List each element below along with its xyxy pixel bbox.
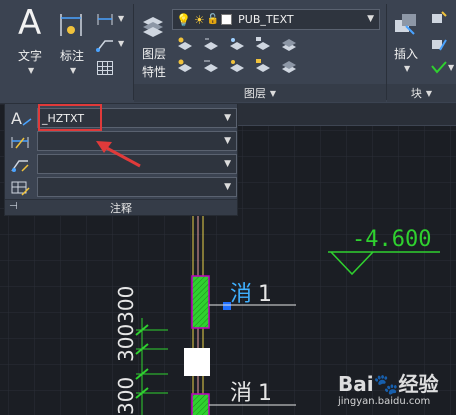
hydrant-number-2: 1 [258, 381, 272, 406]
table-style-icon [11, 181, 30, 196]
multileader-style-icon [11, 160, 29, 172]
layer-tool-icon[interactable] [282, 61, 296, 73]
leader-icon[interactable] [96, 36, 114, 52]
layer-tool-icon[interactable] [178, 59, 192, 73]
layer-tool-icon[interactable] [256, 37, 270, 50]
highlight-box [38, 104, 102, 131]
pipe-fitting [184, 348, 210, 376]
text-tool-caret-icon[interactable]: ▼ [28, 66, 34, 75]
edit-block-icon[interactable] [430, 36, 448, 52]
dimension-tool-label[interactable]: 标注 [60, 47, 84, 64]
insert-caret-icon[interactable]: ▼ [404, 64, 410, 73]
leader-caret-icon[interactable]: ▼ [118, 39, 124, 48]
hydrant-label-1: 消 [230, 282, 252, 307]
elevation-text: -4.600 [352, 227, 431, 252]
layer-properties-label-2[interactable]: 特性 [142, 63, 166, 80]
layer-color-swatch [221, 14, 233, 25]
table-icon[interactable] [97, 61, 113, 75]
block-attribute-caret-icon[interactable]: ▼ [448, 63, 454, 72]
paw-icon: 🐾 [373, 372, 399, 396]
layer-tool-icon[interactable] [256, 59, 270, 72]
block-panel-bar[interactable]: 块 ▼ [387, 84, 456, 102]
text-style-icon: A [11, 109, 32, 127]
ribbon: A 文字 ▼ 标注 ▼ ▼ ▼ 图层 特性 💡 ☀ 🔓 PUB_TEXT ▼ 图… [0, 0, 456, 104]
table-style-dropdown[interactable]: ▼ [37, 177, 237, 197]
layer-properties-label-1[interactable]: 图层 [142, 45, 166, 62]
layer-tool-icon[interactable] [230, 60, 244, 72]
chevron-down-icon[interactable]: ▼ [224, 113, 231, 123]
create-block-icon[interactable] [430, 10, 448, 26]
layer-tool-icon[interactable] [230, 38, 244, 50]
svg-text:A: A [11, 109, 22, 127]
layer-tool-icon[interactable] [282, 39, 296, 51]
layer-tool-icon[interactable] [204, 60, 218, 72]
layer-dropdown-value: PUB_TEXT [238, 13, 294, 26]
linear-dim-caret-icon[interactable]: ▼ [118, 14, 124, 23]
lightbulb-icon[interactable]: 💡 [176, 13, 191, 27]
block-panel-title: 块 [410, 87, 422, 100]
chevron-down-icon[interactable]: ▼ [367, 14, 374, 24]
dimension-text-1: 300300 [114, 286, 138, 362]
layer-tool-icon[interactable] [204, 38, 218, 50]
layer-tools-grid [178, 37, 296, 73]
layers-panel-title: 图层 [243, 87, 266, 100]
dimension-style-dropdown[interactable]: ▼ [37, 131, 237, 151]
dimension-tool-caret-icon[interactable]: ▼ [70, 66, 76, 75]
insert-block-icon[interactable] [392, 10, 420, 40]
insert-label[interactable]: 插入 [394, 45, 418, 62]
hydrant-label-2: 消 [230, 381, 252, 406]
drawing-tab-strip [238, 104, 456, 126]
sun-icon[interactable]: ☀ [194, 13, 205, 27]
watermark-brand-mid: 经验 [398, 372, 439, 396]
dimension-style-icon [11, 137, 29, 149]
watermark-url: jingyan.baidu.com [338, 396, 431, 407]
watermark-brand: Bai [338, 372, 374, 396]
layer-dropdown[interactable]: 💡 ☀ 🔓 PUB_TEXT ▼ [172, 9, 380, 30]
watermark-logo: Bai🐾经验 [338, 368, 439, 397]
chevron-down-icon[interactable]: ▼ [224, 182, 231, 192]
block-attribute-icon[interactable] [430, 60, 448, 76]
layer-properties-icon[interactable] [140, 8, 166, 42]
dimension-tool-icon[interactable] [58, 10, 84, 40]
layers-panel-caret-icon[interactable]: ▼ [270, 89, 276, 98]
block-panel-caret-icon[interactable]: ▼ [426, 89, 432, 98]
text-tool-icon[interactable]: A [18, 6, 41, 40]
layer-tool-icon[interactable] [178, 37, 192, 51]
multileader-style-dropdown[interactable]: ▼ [37, 154, 237, 174]
dimension-text-2: 300 [114, 377, 138, 415]
text-tool-label[interactable]: 文字 [18, 47, 42, 64]
chevron-down-icon[interactable]: ▼ [224, 159, 231, 169]
linear-dim-icon[interactable] [96, 11, 114, 27]
annotation-panel-title: 注释 [110, 201, 132, 215]
chevron-down-icon[interactable]: ▼ [224, 136, 231, 146]
layers-panel-bar[interactable]: 图层 ▼ [134, 84, 386, 102]
annotation-panel-footer[interactable]: ⊣ 注释 [5, 199, 237, 215]
unlock-icon[interactable]: 🔓 [207, 14, 219, 25]
hydrant-number-1: 1 [258, 282, 272, 307]
pin-icon[interactable]: ⊣ [9, 201, 18, 212]
